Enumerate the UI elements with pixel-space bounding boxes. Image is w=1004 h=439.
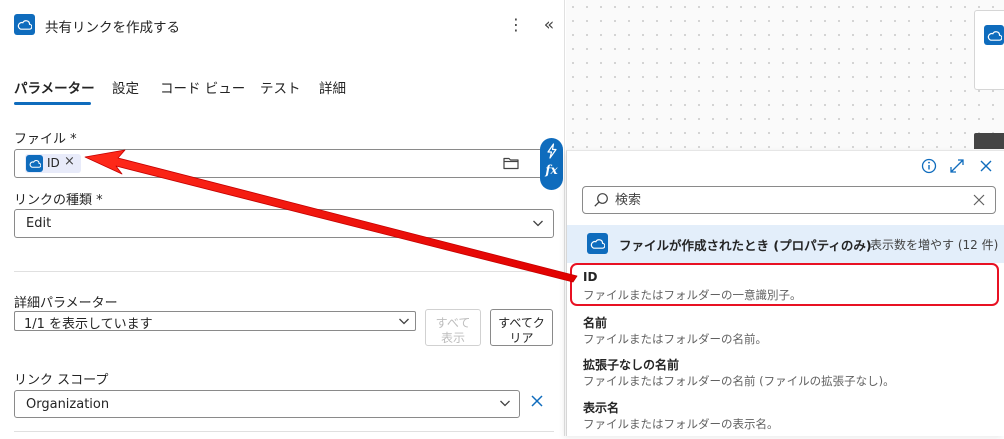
active-tab-indicator <box>14 102 91 105</box>
link-type-value: Edit <box>26 216 52 231</box>
link-scope-value: Organization <box>26 397 110 412</box>
clear-search-icon[interactable] <box>971 192 987 208</box>
tab-code-view[interactable]: コード ビュー <box>160 77 245 97</box>
more-vertical-icon[interactable]: ⋮ <box>506 14 526 36</box>
item-description: ファイルまたはフォルダーの一意識別子。 <box>583 288 802 302</box>
dynamic-content-popup: ファイルが作成されたとき (プロパティのみ) 表示数を増やす (12 件) ID… <box>566 150 1004 436</box>
chevron-down-icon <box>399 318 409 325</box>
insert-tokens-toolbar: fx <box>540 138 563 190</box>
item-description: ファイルまたはフォルダーの名前。 <box>583 332 767 346</box>
item-name: ID <box>583 270 598 284</box>
double-chevron-left-icon[interactable]: « <box>538 13 560 37</box>
file-field-label: ファイル * <box>14 132 77 147</box>
content-group-header[interactable]: ファイルが作成されたとき (プロパティのみ) 表示数を増やす (12 件) <box>567 225 1004 263</box>
group-title: ファイルが作成されたとき (プロパティのみ) <box>619 238 872 253</box>
action-settings-panel: 共有リンクを作成する ⋮ « パラメーター 設定 コード ビュー テスト 詳細 … <box>0 0 565 436</box>
link-scope-dropdown[interactable]: Organization <box>14 390 520 418</box>
show-all-button[interactable]: すべて 表示 <box>425 309 481 346</box>
folder-icon[interactable] <box>502 154 520 172</box>
link-scope-label: リンク スコープ <box>14 373 109 388</box>
search-box <box>582 186 996 214</box>
dynamic-item-name-without-extension[interactable]: 拡張子なしの名前 ファイルまたはフォルダーの名前 (ファイルの拡張子なし)。 <box>567 352 1004 396</box>
advanced-params-value: 1/1 を表示しています <box>24 317 153 332</box>
chevron-down-icon <box>500 400 510 407</box>
chevron-down-icon <box>533 220 543 227</box>
tab-details[interactable]: 詳細 <box>319 77 346 97</box>
close-icon[interactable] <box>977 157 995 175</box>
tab-test[interactable]: テスト <box>260 77 301 97</box>
search-icon <box>594 193 608 207</box>
section-divider <box>14 431 554 432</box>
advanced-params-dropdown[interactable]: 1/1 を表示しています <box>14 311 416 332</box>
token-remove-icon[interactable]: × <box>64 154 75 169</box>
file-field[interactable]: ID × <box>14 149 554 178</box>
onedrive-node-icon <box>984 25 1004 45</box>
clear-all-button[interactable]: すべてク リア <box>490 309 553 346</box>
show-more-link[interactable]: 表示数を増やす (12 件) <box>870 236 998 253</box>
lightning-icon[interactable] <box>545 143 559 159</box>
link-type-label: リンクの種類 * <box>14 193 103 208</box>
item-name: 名前 <box>583 316 608 330</box>
panel-header: 共有リンクを作成する ⋮ « <box>14 13 559 39</box>
item-name: 表示名 <box>583 401 620 415</box>
search-input[interactable] <box>615 190 955 210</box>
expand-icon[interactable] <box>948 157 966 175</box>
tab-settings[interactable]: 設定 <box>112 77 139 97</box>
dynamic-item-display-name[interactable]: 表示名 ファイルまたはフォルダーの表示名。 <box>567 395 1004 439</box>
dynamic-item-id[interactable]: ID ファイルまたはフォルダーの一意識別子。 <box>567 266 1004 310</box>
dynamic-item-name[interactable]: 名前 ファイルまたはフォルダーの名前。 <box>567 310 1004 354</box>
section-divider <box>14 271 554 272</box>
tab-parameters[interactable]: パラメーター <box>14 77 95 97</box>
fx-expression-button[interactable]: fx <box>545 163 557 177</box>
action-title: 共有リンクを作成する <box>45 20 180 36</box>
link-type-dropdown[interactable]: Edit <box>14 209 554 238</box>
flow-node-card[interactable] <box>974 10 1004 90</box>
item-name: 拡張子なしの名前 <box>583 358 680 372</box>
remove-parameter-icon[interactable] <box>529 393 545 409</box>
item-description: ファイルまたはフォルダーの名前 (ファイルの拡張子なし)。 <box>583 374 895 388</box>
onedrive-group-icon <box>587 233 608 254</box>
advanced-params-label: 詳細パラメーター <box>14 296 118 311</box>
item-description: ファイルまたはフォルダーの表示名。 <box>583 417 779 431</box>
flow-node-card-dark[interactable] <box>974 133 1004 149</box>
info-icon[interactable] <box>920 157 938 175</box>
onedrive-token-icon <box>26 155 43 172</box>
onedrive-connector-icon <box>14 14 35 35</box>
id-token[interactable]: ID × <box>25 154 81 173</box>
token-label: ID <box>47 156 60 170</box>
